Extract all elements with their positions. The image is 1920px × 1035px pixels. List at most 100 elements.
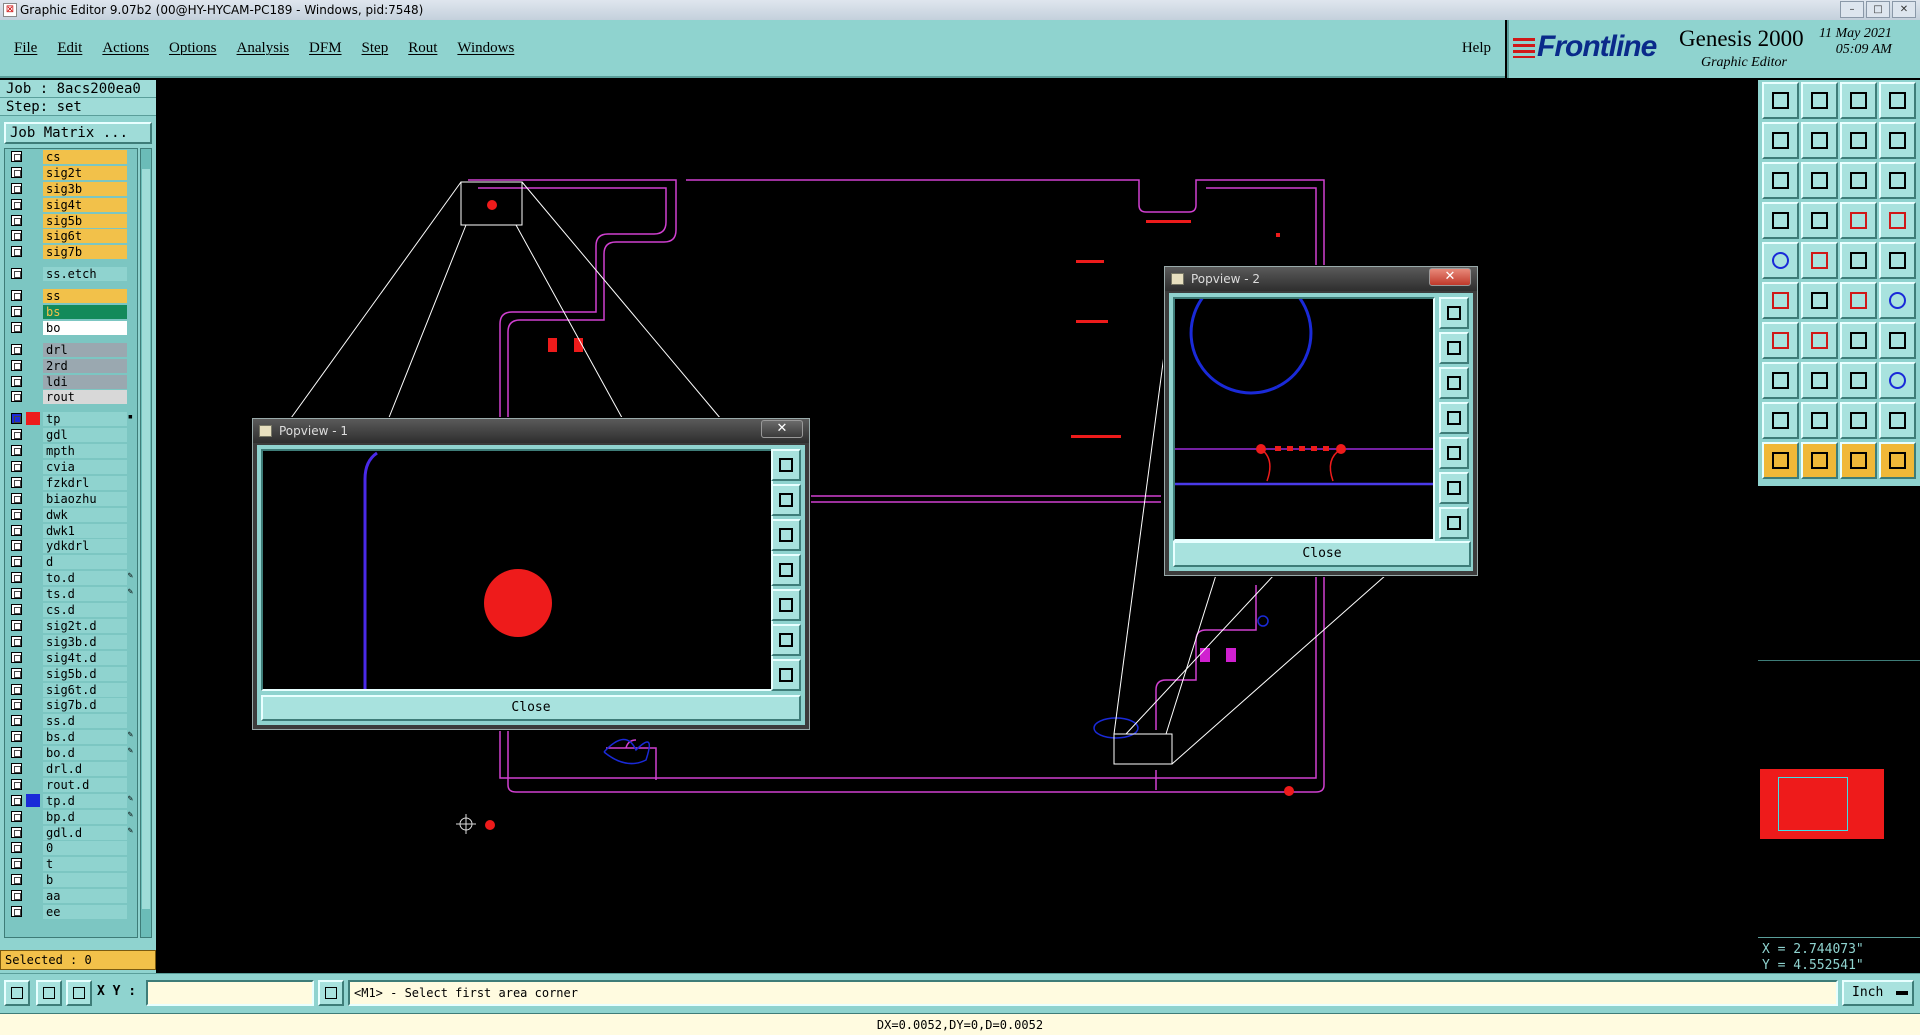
info-icon[interactable] [318, 980, 344, 1006]
layer-row[interactable]: dwk [5, 507, 137, 523]
layer-name[interactable]: sig2t.d [43, 618, 127, 633]
layer-checkbox[interactable] [11, 731, 22, 743]
layer-checkbox[interactable] [11, 413, 22, 425]
layer-row[interactable]: ee [5, 904, 137, 920]
probe-icon[interactable] [1762, 202, 1799, 239]
layer-row[interactable]: sig4t [5, 197, 137, 213]
pan-right-icon[interactable] [1439, 437, 1469, 469]
layer-checkbox[interactable] [11, 461, 22, 473]
layer-name[interactable]: ss [43, 289, 127, 304]
letter-a-icon[interactable] [1879, 402, 1916, 439]
layer-color-swatch[interactable] [26, 476, 40, 489]
layer-checkbox[interactable] [11, 290, 22, 302]
pan-left-icon[interactable] [1762, 122, 1799, 159]
window-import-icon[interactable] [1801, 82, 1838, 119]
layer-row[interactable]: tp.d ✎ [5, 793, 137, 809]
layer-color-swatch[interactable] [26, 289, 40, 302]
slash-icon[interactable] [1801, 322, 1838, 359]
layer-stack-icon[interactable] [1840, 202, 1877, 239]
layer-row[interactable]: sig7b [5, 244, 137, 260]
layer-color-swatch[interactable] [26, 359, 40, 372]
popview-2-window[interactable]: Popview - 2 ✕ Close [1164, 266, 1478, 576]
menu-rout[interactable]: Rout [408, 40, 437, 57]
ruler-icon[interactable] [1840, 242, 1877, 279]
layer-name[interactable]: bp.d [43, 809, 127, 824]
layer-name[interactable]: dwk [43, 507, 127, 522]
layer-row[interactable]: ts.d ✎ [5, 586, 137, 602]
layer-name[interactable]: to.d [43, 571, 127, 586]
pointer-add-icon[interactable] [1840, 442, 1877, 479]
layer-checkbox[interactable] [11, 604, 22, 616]
layer-checkbox[interactable] [11, 762, 22, 774]
layer-color-swatch[interactable] [26, 889, 40, 902]
layer-checkbox[interactable] [11, 508, 22, 520]
minimize-button[interactable]: – [1840, 1, 1864, 18]
popview-2-view[interactable] [1173, 271, 1435, 541]
layer-row[interactable]: to.d ✎ [5, 570, 137, 586]
layer-checkbox[interactable] [11, 667, 22, 679]
layer-color-swatch[interactable] [26, 651, 40, 664]
zoom-out-icon[interactable] [1439, 367, 1469, 399]
layer-row[interactable]: d [5, 554, 137, 570]
resize-icon[interactable] [1840, 362, 1877, 399]
layer-checkbox[interactable] [11, 715, 22, 727]
center-icon[interactable] [771, 659, 801, 691]
layer-row[interactable]: sig2t.d [5, 618, 137, 634]
layer-name[interactable]: tp [43, 412, 127, 427]
zoom-out-icon[interactable] [771, 519, 801, 551]
layer-name[interactable]: sig2t [43, 165, 127, 180]
layer-row[interactable]: gdl.d ✎ [5, 825, 137, 841]
help-icon[interactable] [1879, 162, 1916, 199]
layer-color-swatch[interactable] [26, 305, 40, 318]
layer-color-swatch[interactable] [26, 714, 40, 727]
layer-row[interactable]: sig3b [5, 181, 137, 197]
menu-step[interactable]: Step [362, 40, 389, 57]
scrollbar-thumb[interactable] [142, 169, 150, 909]
layer-checkbox[interactable] [11, 619, 22, 631]
layer-checkbox[interactable] [11, 214, 22, 226]
layer-name[interactable]: sig5b.d [43, 666, 127, 681]
layer-name[interactable]: b [43, 873, 127, 888]
popview-1-close-button[interactable]: Close [261, 695, 801, 721]
menu-options[interactable]: Options [169, 40, 217, 57]
layer-checkbox[interactable] [11, 166, 22, 178]
layer-name[interactable]: sig4t.d [43, 650, 127, 665]
layer-color-swatch[interactable] [26, 873, 40, 886]
layer-name[interactable]: dwk1 [43, 523, 127, 538]
layer-row[interactable]: ss.d [5, 713, 137, 729]
layer-checkbox[interactable] [11, 343, 22, 355]
overview-minimap[interactable] [1758, 660, 1920, 840]
layer-checkbox[interactable] [11, 874, 22, 886]
layer-checkbox[interactable] [11, 890, 22, 902]
layer-row[interactable]: ss [5, 288, 137, 304]
pointer-icon[interactable] [1762, 442, 1799, 479]
layer-color-swatch[interactable] [26, 214, 40, 227]
layer-color-swatch[interactable] [26, 229, 40, 242]
layer-row[interactable]: bs [5, 304, 137, 320]
layer-row[interactable]: ydkdrl [5, 538, 137, 554]
layer-row[interactable]: sig5b [5, 213, 137, 229]
popview-1-view[interactable] [261, 449, 773, 691]
xy-input[interactable] [146, 980, 314, 1006]
layer-row[interactable]: sig4t.d [5, 650, 137, 666]
layer-name[interactable]: cvia [43, 460, 127, 475]
layer-color-swatch[interactable] [26, 826, 40, 839]
layer-color-swatch[interactable] [26, 428, 40, 441]
layer-checkbox[interactable] [11, 198, 22, 210]
layer-row[interactable]: ss.etch [5, 266, 137, 282]
feature-select-icon[interactable] [1801, 242, 1838, 279]
layout-icon[interactable] [1879, 82, 1916, 119]
layer-color-swatch[interactable] [26, 667, 40, 680]
layer-name[interactable]: sig4t [43, 197, 127, 212]
layer-checkbox[interactable] [11, 268, 22, 280]
link-icon[interactable] [1879, 282, 1916, 319]
layer-checkbox[interactable] [11, 556, 22, 568]
layer-name[interactable]: bs [43, 305, 127, 320]
layer-row[interactable]: cs.d [5, 602, 137, 618]
layer-name[interactable]: sig7b.d [43, 698, 127, 713]
layer-color-swatch[interactable] [26, 603, 40, 616]
window-fit-icon[interactable] [1762, 82, 1799, 119]
layer-name[interactable]: sig7b [43, 245, 127, 260]
layer-row[interactable]: gdl [5, 427, 137, 443]
menu-dfm[interactable]: DFM [309, 40, 342, 57]
